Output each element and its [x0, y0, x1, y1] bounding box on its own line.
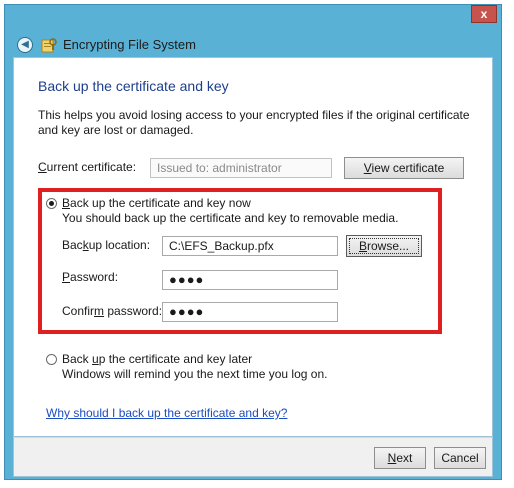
encrypted-file-key-icon: [41, 38, 57, 53]
confirm-password-label: Confirm password:: [62, 304, 163, 318]
back-arrow-icon[interactable]: ◀: [17, 37, 33, 53]
backup-location-input[interactable]: C:\EFS_Backup.pfx: [162, 236, 338, 256]
backup-now-option-label[interactable]: Back up the certificate and key now: [62, 196, 251, 210]
wizard-content: Back up the certificate and key This hel…: [13, 57, 493, 437]
cancel-button[interactable]: Cancel: [434, 447, 486, 469]
backup-now-radio[interactable]: [46, 198, 57, 209]
next-button[interactable]: Next: [374, 447, 426, 469]
current-certificate-label: Current certificate:: [38, 160, 137, 174]
help-link[interactable]: Why should I back up the certificate and…: [46, 406, 287, 420]
title-bar: ◀ Encrypting File System: [11, 33, 497, 57]
wizard-footer: Next Cancel: [13, 437, 493, 477]
current-certificate-field: Issued to: administrator: [150, 158, 332, 178]
browse-button[interactable]: Browse...: [346, 235, 422, 257]
backup-later-radio[interactable]: [46, 354, 57, 365]
password-input[interactable]: ●●●●: [162, 270, 338, 290]
backup-location-label: Backup location:: [62, 238, 151, 252]
efs-window: x ◀ Encrypting File System Back up the c…: [4, 4, 502, 480]
backup-now-hint: You should back up the certificate and k…: [62, 211, 399, 225]
page-description: This helps you avoid losing access to yo…: [38, 108, 470, 137]
password-label: Password:: [62, 270, 119, 284]
confirm-password-input[interactable]: ●●●●: [162, 302, 338, 322]
page-heading: Back up the certificate and key: [38, 78, 229, 94]
backup-later-hint: Windows will remind you the next time yo…: [62, 367, 328, 381]
close-button[interactable]: x: [471, 5, 497, 23]
backup-later-option-label[interactable]: Back up the certificate and key later: [62, 352, 252, 366]
window-title: Encrypting File System: [63, 37, 196, 52]
view-certificate-button[interactable]: View certificate: [344, 157, 464, 179]
